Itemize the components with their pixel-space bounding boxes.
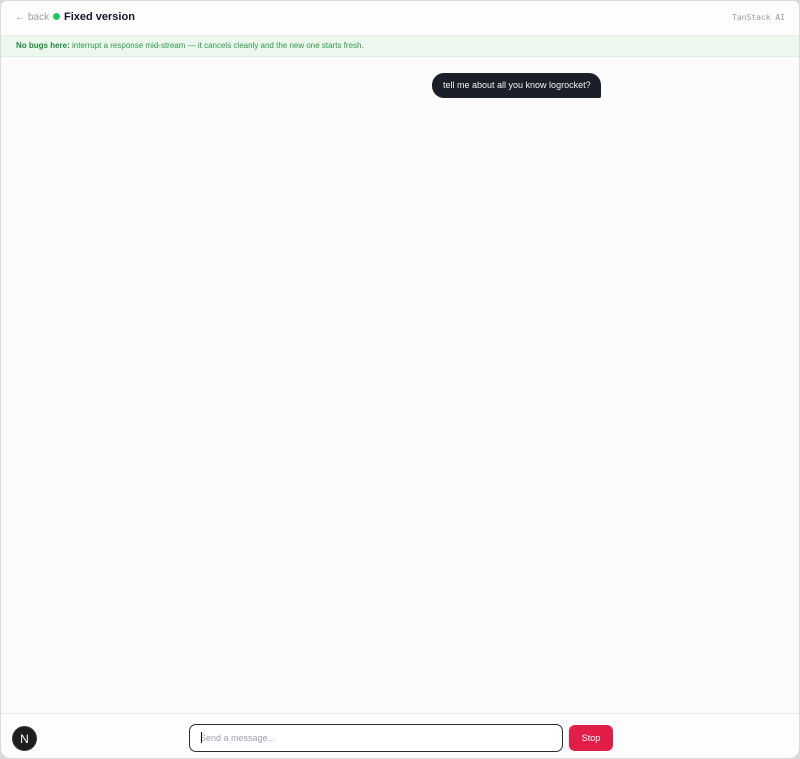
chat-area[interactable]: tell me about all you know logrocket? (1, 57, 799, 713)
app-window: ← back Fixed version TanStack AI No bugs… (1, 1, 799, 758)
text-caret (201, 732, 202, 743)
message-input[interactable] (189, 724, 563, 752)
user-message-bubble: tell me about all you know logrocket? (432, 73, 601, 98)
banner-lead: No bugs here: (16, 41, 70, 50)
banner-text: interrupt a response mid-stream — it can… (72, 41, 364, 50)
back-label: back (28, 12, 50, 23)
composer-bar: N Stop (1, 713, 799, 758)
header-bar: ← back Fixed version TanStack AI (1, 1, 799, 36)
avatar[interactable]: N (12, 726, 37, 751)
back-link[interactable]: ← back (15, 12, 49, 23)
stop-button[interactable]: Stop (569, 725, 613, 751)
info-banner: No bugs here: interrupt a response mid-s… (1, 36, 799, 57)
brand-label: TanStack AI (732, 13, 785, 22)
page-title: Fixed version (64, 11, 135, 23)
arrow-left-icon: ← (15, 12, 25, 23)
status-dot (53, 13, 60, 20)
